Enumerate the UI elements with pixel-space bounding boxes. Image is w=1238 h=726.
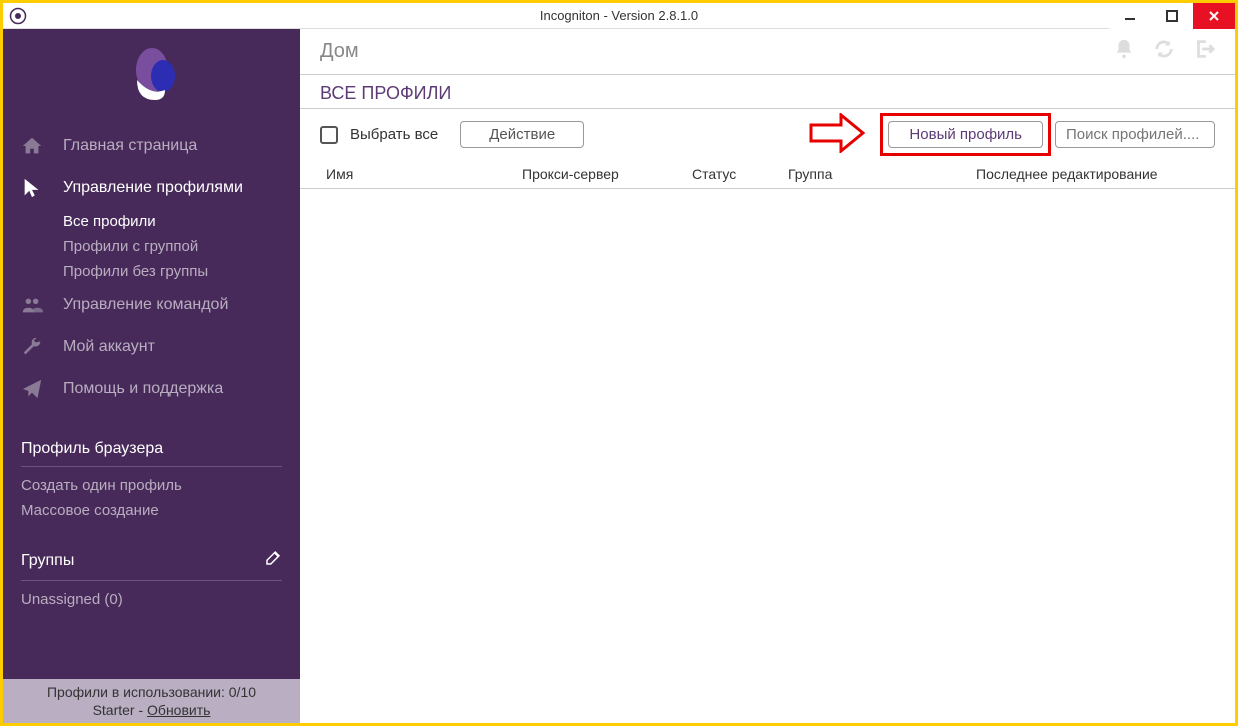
select-all-checkbox[interactable]: [320, 126, 338, 144]
minimize-button[interactable]: [1109, 3, 1151, 29]
main-panel: Дом ВСЕ ПРОФИЛИ Выбрать: [300, 29, 1235, 723]
header-actions: [1113, 38, 1215, 65]
bell-icon[interactable]: [1113, 38, 1135, 65]
col-header-group[interactable]: Группа: [788, 166, 976, 182]
profiles-in-use-label: Профили в использовании:: [47, 684, 229, 700]
bulk-create[interactable]: Массовое создание: [3, 498, 300, 523]
app-body: Главная страница Управление профилями Вс…: [3, 29, 1235, 723]
breadcrumb: Дом: [320, 40, 359, 63]
section-title: ВСЕ ПРОФИЛИ: [320, 83, 1215, 104]
logout-icon[interactable]: [1193, 38, 1215, 65]
app-icon: [9, 7, 27, 25]
cursor-icon: [21, 177, 43, 199]
col-header-proxy[interactable]: Прокси-сервер: [522, 166, 692, 182]
sidebar-item-label: Главная страница: [63, 137, 197, 155]
upgrade-link[interactable]: Обновить: [147, 702, 210, 718]
subnav-profiles-with-group[interactable]: Профили с группой: [63, 234, 300, 259]
table-header: Имя Прокси-сервер Статус Группа Последне…: [300, 160, 1235, 189]
sidebar-item-label: Помощь и поддержка: [63, 380, 223, 398]
col-header-name[interactable]: Имя: [326, 166, 522, 182]
section-title-row: ВСЕ ПРОФИЛИ: [300, 75, 1235, 109]
edit-groups-icon[interactable]: [264, 549, 282, 572]
sidebar-item-support[interactable]: Помощь и поддержка: [3, 368, 300, 410]
annotation-arrow-icon: [809, 113, 865, 153]
section-title: Профиль браузера: [21, 440, 163, 458]
sidebar: Главная страница Управление профилями Вс…: [3, 29, 300, 723]
app-window: Incogniton - Version 2.8.1.0: [3, 3, 1235, 723]
home-icon: [21, 135, 43, 157]
sidebar-item-label: Управление профилями: [63, 179, 243, 197]
sidebar-item-home[interactable]: Главная страница: [3, 125, 300, 167]
profiles-in-use-count: 0/10: [229, 684, 256, 700]
sidebar-item-profile-management[interactable]: Управление профилями: [3, 167, 300, 209]
logo: [3, 29, 300, 125]
plan-label: Starter -: [93, 702, 147, 718]
sidebar-footer: Профили в использовании: 0/10 Starter - …: [3, 679, 300, 723]
toolbar: Выбрать все Действие Новый профиль: [300, 109, 1235, 160]
breadcrumb-row: Дом: [300, 29, 1235, 75]
subnav-profiles-without-group[interactable]: Профили без группы: [63, 259, 300, 284]
search-input[interactable]: [1055, 121, 1215, 148]
sidebar-nav: Главная страница Управление профилями Вс…: [3, 125, 300, 679]
group-unassigned[interactable]: Unassigned (0): [3, 587, 300, 612]
maximize-button[interactable]: [1151, 3, 1193, 29]
titlebar: Incogniton - Version 2.8.1.0: [3, 3, 1235, 29]
refresh-icon[interactable]: [1153, 38, 1175, 65]
sidebar-item-team-management[interactable]: Управление командой: [3, 284, 300, 326]
new-profile-button[interactable]: Новый профиль: [888, 121, 1043, 148]
section-header-browser-profile: Профиль браузера: [3, 430, 300, 464]
team-icon: [21, 294, 43, 316]
subnav-all-profiles[interactable]: Все профили: [63, 209, 300, 234]
section-header-groups: Группы: [3, 539, 300, 578]
divider: [21, 580, 282, 581]
action-button[interactable]: Действие: [460, 121, 584, 148]
select-all-label: Выбрать все: [350, 126, 438, 143]
window-controls: [1109, 3, 1235, 29]
wrench-icon: [21, 336, 43, 358]
close-button[interactable]: [1193, 3, 1235, 29]
col-header-edited[interactable]: Последнее редактирование: [976, 166, 1215, 182]
section-title: Группы: [21, 552, 74, 570]
col-header-status[interactable]: Статус: [692, 166, 788, 182]
sidebar-item-account[interactable]: Мой аккаунт: [3, 326, 300, 368]
divider: [21, 466, 282, 467]
window-title: Incogniton - Version 2.8.1.0: [3, 8, 1235, 23]
paper-plane-icon: [21, 378, 43, 400]
sidebar-item-label: Мой аккаунт: [63, 338, 155, 356]
create-single-profile[interactable]: Создать один профиль: [3, 473, 300, 498]
sidebar-item-label: Управление командой: [63, 296, 228, 314]
sidebar-subnav-profiles: Все профили Профили с группой Профили бе…: [3, 209, 300, 284]
